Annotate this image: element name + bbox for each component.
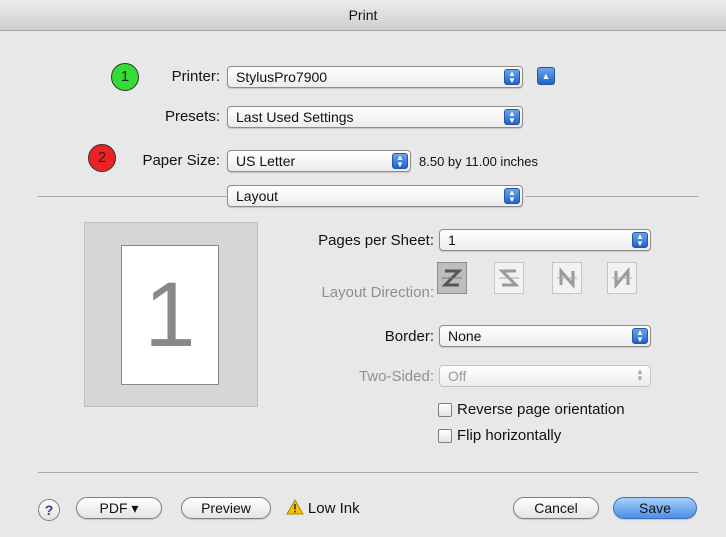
presets-value: Last Used Settings [236, 109, 354, 125]
popup-arrows-icon: ▲ ▼ [504, 69, 520, 85]
layout-direction-label: Layout Direction: [321, 284, 434, 301]
callout-badge-1: 1 [111, 63, 139, 91]
save-button[interactable]: Save [613, 497, 697, 519]
section-divider-left [38, 196, 226, 197]
flip-horizontally-checkbox[interactable] [438, 429, 452, 443]
paper-size-value: US Letter [236, 153, 296, 169]
callout-badge-1-label: 1 [120, 68, 130, 85]
presets-label: Presets: [164, 108, 220, 125]
n-order-icon[interactable] [552, 262, 582, 294]
preview-button[interactable]: Preview [181, 497, 271, 519]
paper-size-popup[interactable]: US Letter ▲ ▼ [227, 150, 411, 172]
cancel-button[interactable]: Cancel [513, 497, 599, 519]
pages-per-sheet-popup[interactable]: 1 ▲ ▼ [439, 229, 651, 251]
callout-badge-2-label: 2 [97, 149, 107, 166]
popup-arrows-icon: ▲ ▼ [632, 232, 648, 248]
warning-icon [286, 498, 304, 515]
pdf-menu-button[interactable]: PDF ▾ [76, 497, 162, 519]
border-label: Border: [384, 328, 434, 345]
window-title: Print [348, 7, 378, 23]
section-popup[interactable]: Layout ▲ ▼ [227, 185, 523, 207]
reverse-z-order-icon[interactable] [494, 262, 524, 294]
section-divider-right [526, 196, 698, 197]
reverse-orientation-label: Reverse page orientation [457, 401, 625, 418]
two-sided-popup[interactable]: Off ▲ ▼ [439, 365, 651, 387]
z-order-icon[interactable] [437, 262, 467, 294]
printer-popup[interactable]: StylusPro7900 ▲ ▼ [227, 66, 523, 88]
two-sided-label: Two-Sided: [358, 368, 434, 385]
flip-horizontally-label: Flip horizontally [457, 427, 562, 444]
preview-page: 1 [121, 245, 219, 385]
two-sided-value: Off [448, 368, 467, 384]
popup-arrows-icon: ▲ ▼ [504, 109, 520, 125]
presets-popup[interactable]: Last Used Settings ▲ ▼ [227, 106, 523, 128]
popup-arrows-icon: ▲ ▼ [392, 153, 408, 169]
printer-label: Printer: [171, 68, 220, 85]
callout-badge-2: 2 [88, 144, 116, 172]
printer-value: StylusPro7900 [236, 69, 328, 85]
help-button[interactable]: ? [38, 499, 60, 521]
preview-page-number: 1 [144, 264, 196, 366]
paper-dimensions: 8.50 by 11.00 inches [419, 154, 539, 169]
border-popup[interactable]: None ▲ ▼ [439, 325, 651, 347]
popup-arrows-icon: ▲ ▼ [504, 188, 520, 204]
disclosure-button[interactable]: ▲ [537, 67, 555, 85]
pages-per-sheet-label: Pages per Sheet: [318, 232, 434, 249]
page-preview: 1 [84, 222, 258, 407]
popup-arrows-icon: ▲ ▼ [636, 367, 644, 383]
pages-per-sheet-value: 1 [448, 232, 456, 248]
low-ink-label: Low Ink [307, 500, 360, 517]
section-value: Layout [236, 188, 279, 204]
border-value: None [448, 328, 482, 344]
popup-arrows-icon: ▲ ▼ [632, 328, 648, 344]
low-ink-warning: Low Ink [286, 498, 360, 517]
reverse-orientation-checkbox[interactable] [438, 403, 452, 417]
reverse-n-order-icon[interactable] [607, 262, 637, 294]
footer-divider [38, 472, 698, 473]
paper-size-label: Paper Size: [142, 152, 220, 169]
window-titlebar: Print [0, 0, 726, 31]
